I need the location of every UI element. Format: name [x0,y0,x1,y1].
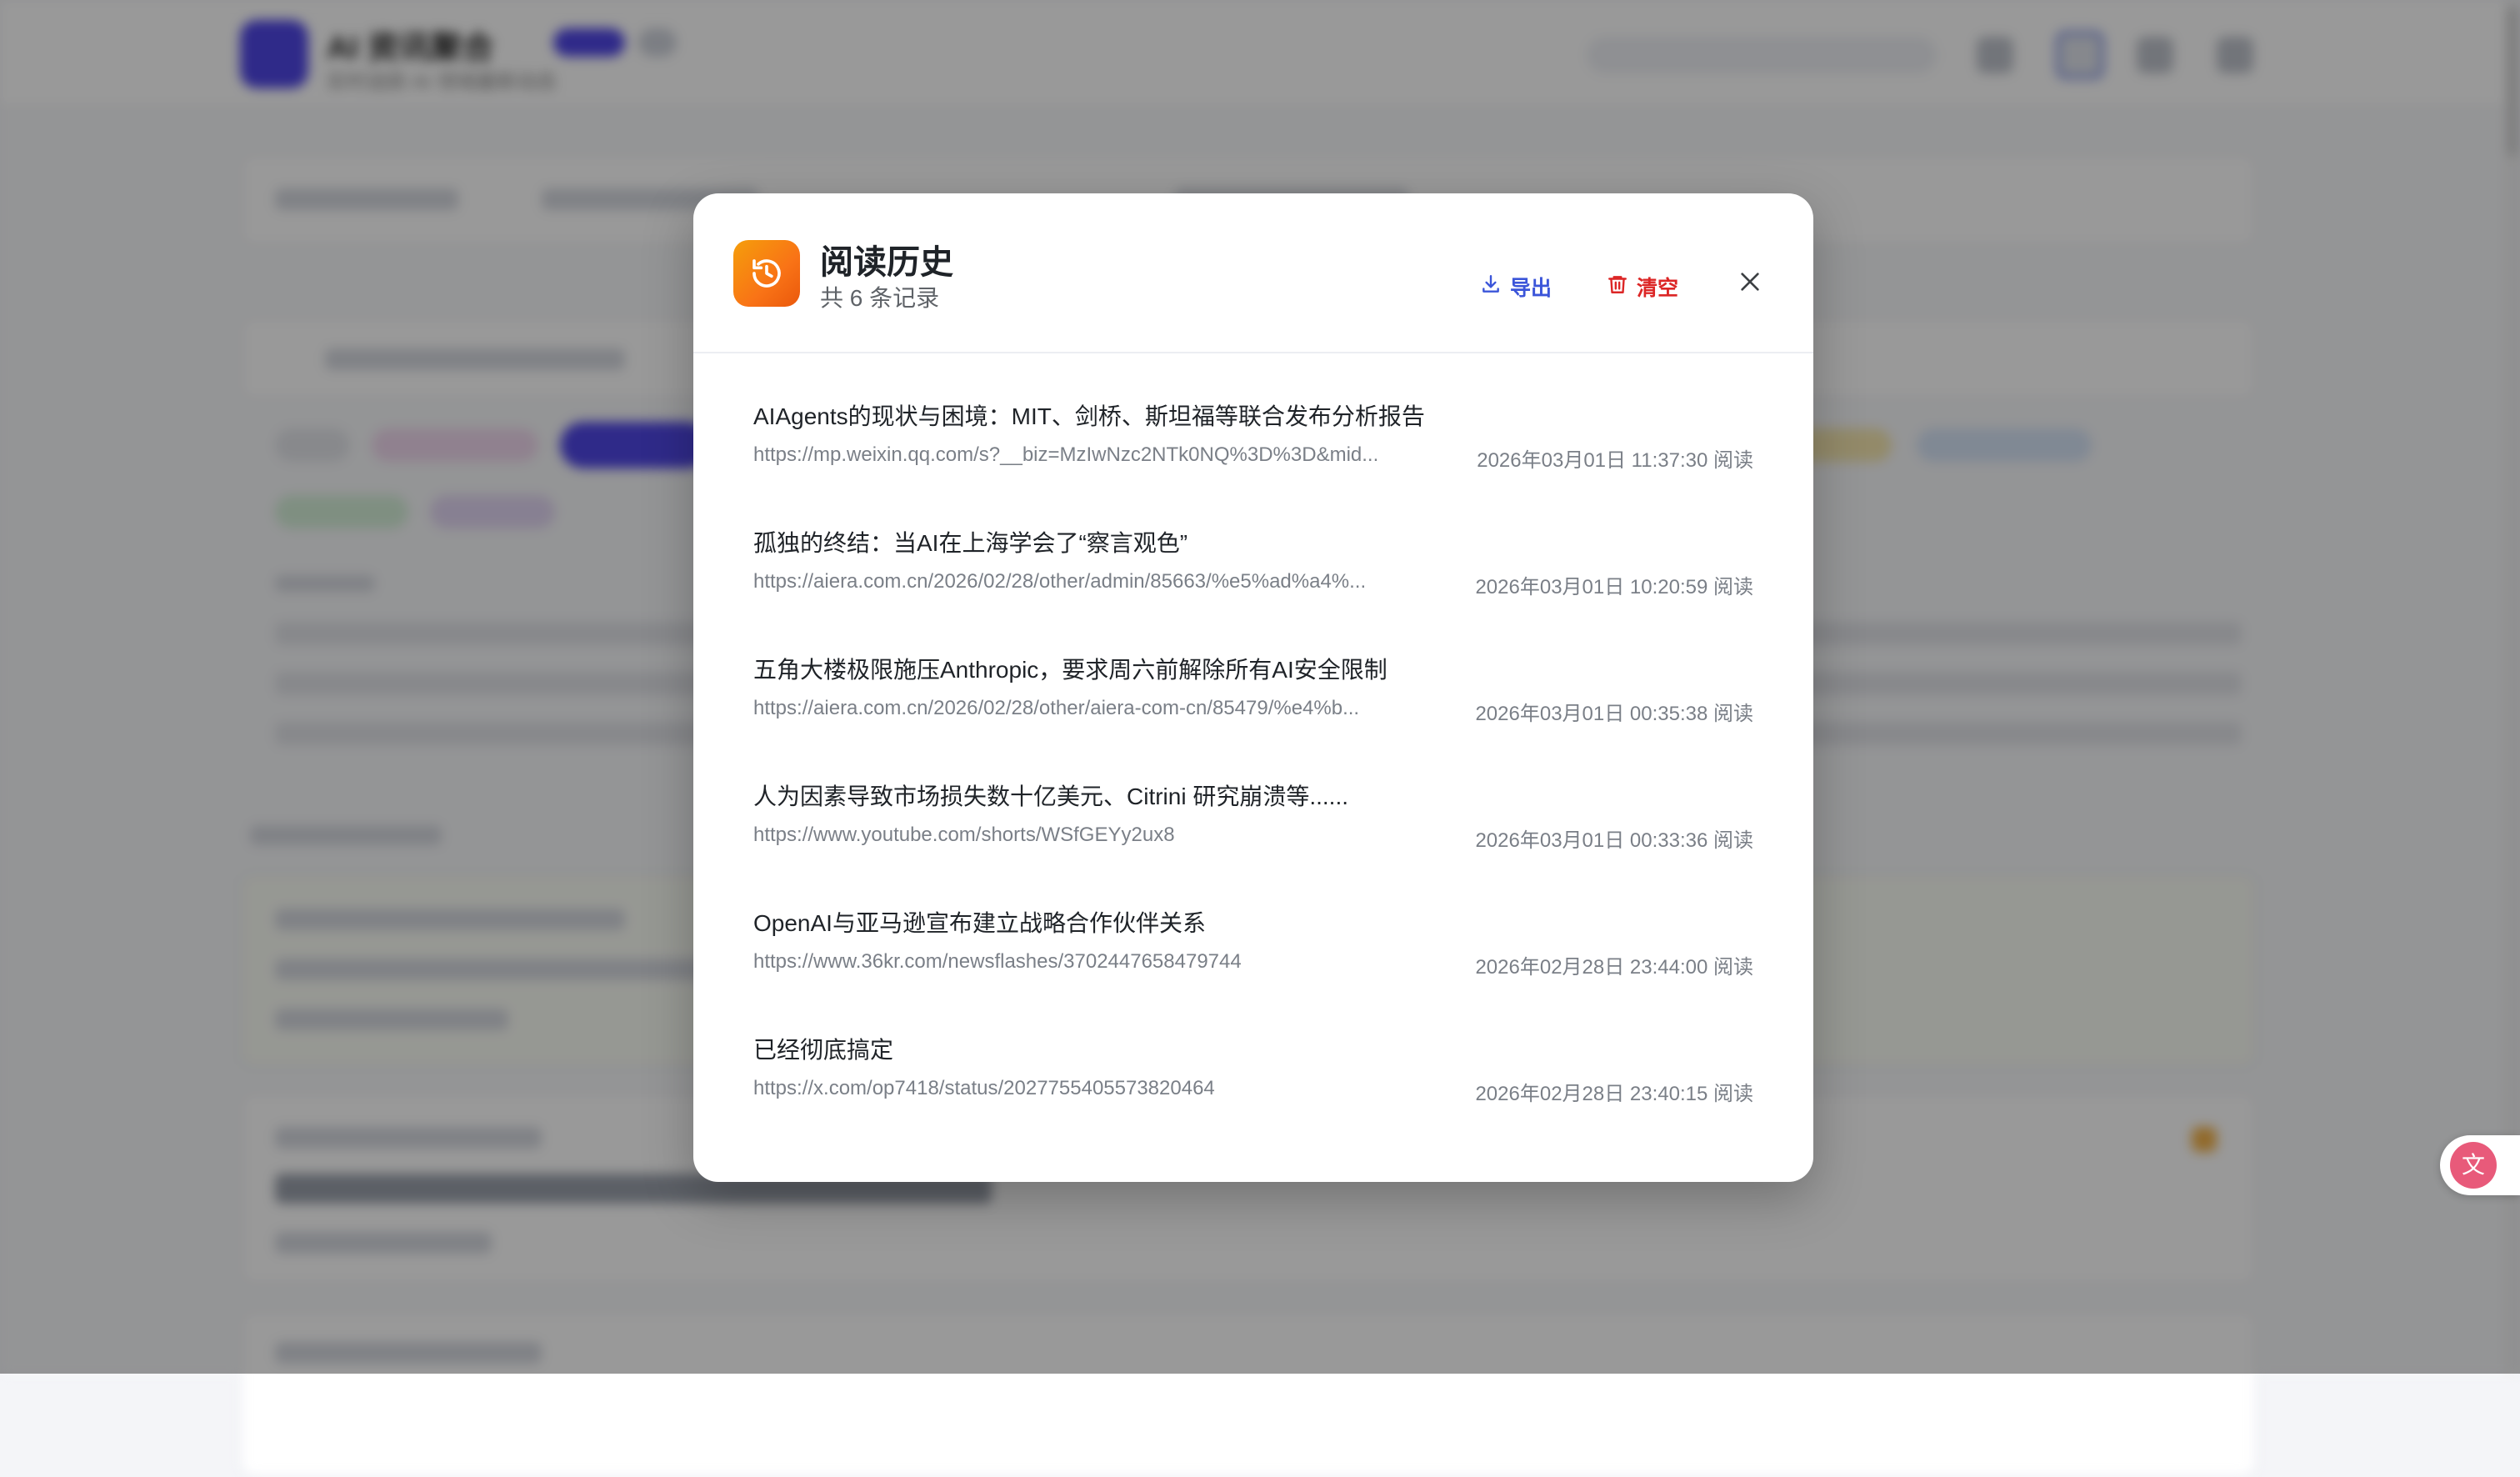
close-button[interactable] [1727,260,1773,307]
history-item-url[interactable]: https://aiera.com.cn/2026/02/28/other/ai… [753,697,1359,720]
translate-float-button[interactable]: 文 [2440,1135,2520,1195]
clear-button[interactable]: 清空 [1607,270,1678,303]
history-item-time: 2026年03月01日 00:35:38 阅读 [1475,703,1753,725]
history-item-url[interactable]: https://x.com/op7418/status/202775540557… [753,1077,1215,1100]
history-item-url[interactable]: https://aiera.com.cn/2026/02/28/other/ad… [753,570,1366,593]
download-icon [1480,273,1502,301]
modal-header: 阅读历史 共 6 条记录 导出 清空 [693,193,1813,353]
history-item-url[interactable]: https://www.youtube.com/shorts/WSfGEYy2u… [753,824,1175,847]
history-item[interactable]: OpenAI与亚马逊宣布建立战略合作伙伴关系 https://www.36kr.… [753,860,1753,987]
history-item-url[interactable]: https://mp.weixin.qq.com/s?__biz=MzIwNzc… [753,443,1378,467]
history-item[interactable]: 人为因素导致市场损失数十亿美元、Citrini 研究崩溃等...... http… [753,733,1753,860]
history-item-title[interactable]: 五角大楼极限施压Anthropic，要求周六前解除所有AI安全限制 [753,652,1388,685]
history-item-title[interactable]: 孤独的终结：当AI在上海学会了“察言观色” [753,525,1188,558]
reading-history-modal: 阅读历史 共 6 条记录 导出 清空 AIAgents的现状与困境：MIT、剑桥… [693,193,1813,1182]
record-count: 共 6 条记录 [820,285,940,311]
history-item-title[interactable]: AIAgents的现状与困境：MIT、剑桥、斯坦福等联合发布分析报告 [753,398,1425,432]
export-button[interactable]: 导出 [1480,270,1552,303]
history-item[interactable]: 五角大楼极限施压Anthropic，要求周六前解除所有AI安全限制 https:… [753,607,1753,733]
history-item-time: 2026年02月28日 23:44:00 阅读 [1475,956,1753,979]
history-item-title[interactable]: 人为因素导致市场损失数十亿美元、Citrini 研究崩溃等...... [753,779,1348,812]
trash-icon [1607,273,1628,301]
history-item[interactable]: 已经彻底搞定 https://x.com/op7418/status/20277… [753,987,1753,1114]
history-item-time: 2026年03月01日 00:33:36 阅读 [1475,829,1753,852]
history-item-time: 2026年03月01日 10:20:59 阅读 [1475,576,1753,598]
history-item[interactable]: 孤独的终结：当AI在上海学会了“察言观色” https://aiera.com.… [753,480,1753,607]
clear-label: 清空 [1637,277,1679,300]
history-icon [733,240,800,307]
translate-icon: 文 [2450,1142,2497,1189]
history-item-title[interactable]: 已经彻底搞定 [753,1032,893,1065]
modal-title: 阅读历史 [820,244,953,281]
history-item-time: 2026年03月01日 11:37:30 阅读 [1477,449,1753,472]
export-label: 导出 [1510,277,1552,300]
history-item-time: 2026年02月28日 23:40:15 阅读 [1475,1083,1753,1105]
history-item-url[interactable]: https://www.36kr.com/newsflashes/3702447… [753,950,1242,974]
close-icon [1737,268,1763,299]
history-item-title[interactable]: OpenAI与亚马逊宣布建立战略合作伙伴关系 [753,905,1206,939]
history-item[interactable]: AIAgents的现状与困境：MIT、剑桥、斯坦福等联合发布分析报告 https… [753,353,1753,480]
